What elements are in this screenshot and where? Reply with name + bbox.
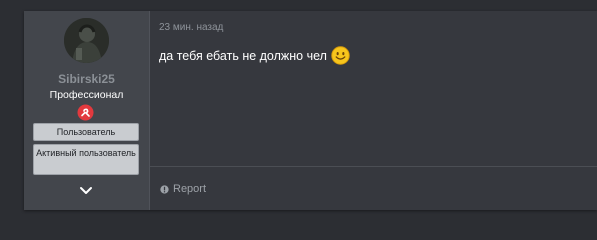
user-banner-user: Пользователь — [33, 123, 139, 141]
message-text: да тебя ебать не должно чел — [159, 48, 327, 63]
post-timestamp[interactable]: 23 мин. назад — [159, 22, 223, 33]
smiley-icon — [331, 46, 350, 65]
user-title: Профессионал — [49, 89, 124, 101]
message-post: Sibirski25 Профессионал Пользователь Акт… — [24, 11, 597, 210]
avatar[interactable] — [64, 18, 109, 63]
chevron-down-icon[interactable] — [79, 185, 93, 197]
message-footer-divider — [150, 166, 597, 167]
report-label: Report — [173, 183, 207, 195]
report-icon — [160, 184, 169, 194]
message-main: 23 мин. назад да тебя ебать не должно че… — [150, 11, 597, 210]
user-banner-active: Активный пользователь — [33, 144, 139, 175]
message-content: да тебя ебать не должно чел — [159, 46, 350, 65]
username-link[interactable]: Sibirski25 — [24, 72, 149, 86]
message-user-panel: Sibirski25 Профессионал Пользователь Акт… — [24, 11, 150, 210]
user-rank-icon — [77, 104, 94, 121]
avatar-image — [64, 18, 109, 63]
report-link[interactable]: Report — [160, 183, 206, 195]
